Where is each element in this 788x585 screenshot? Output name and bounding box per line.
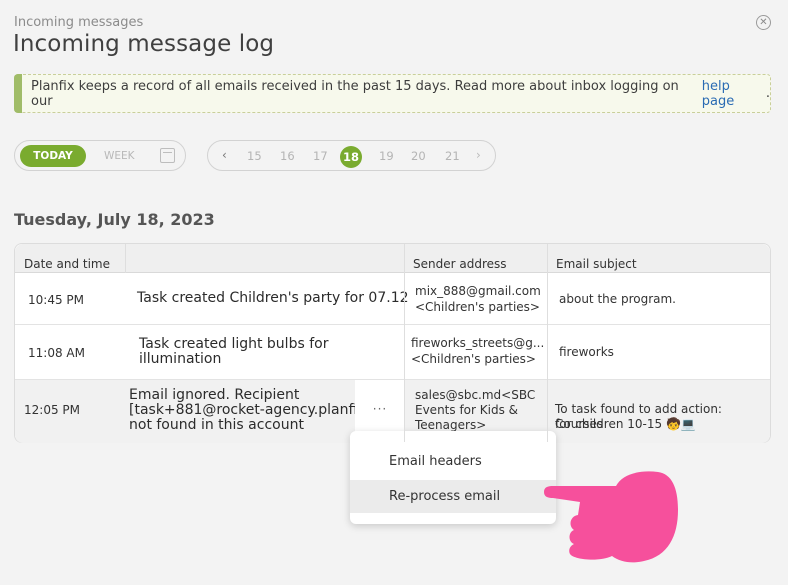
- close-icon[interactable]: ✕: [756, 15, 771, 30]
- row-subject: about the program.: [559, 292, 676, 306]
- row-event: Task created Children's party for 07.12: [137, 290, 409, 306]
- column-header-subject: Email subject: [556, 257, 637, 271]
- notice-end: .: [765, 86, 770, 101]
- day-navigator: ‹ 15 16 17 18 19 20 21 ›: [207, 140, 496, 171]
- row-event: Email ignored. Recipient: [129, 387, 300, 403]
- day-20[interactable]: 20: [411, 149, 426, 163]
- row-sender-name: <Children's parties>: [411, 352, 536, 366]
- row-sender-name: <Children's parties>: [415, 300, 540, 314]
- column-divider: [125, 244, 126, 273]
- info-notice: Planfix keeps a record of all emails rec…: [14, 74, 771, 113]
- table-row[interactable]: 10:45 PM Task created Children's party f…: [15, 273, 770, 325]
- row-subject-cont: for children 10-15 🧒💻: [555, 417, 696, 431]
- row-sender-name: Events for Kids &: [415, 403, 519, 417]
- breadcrumb[interactable]: Incoming messages: [14, 15, 143, 30]
- day-19[interactable]: 19: [379, 149, 394, 163]
- today-button[interactable]: TODAY: [20, 145, 86, 167]
- day-17[interactable]: 17: [313, 149, 328, 163]
- column-header-sender: Sender address: [413, 257, 507, 271]
- row-time: 10:45 PM: [28, 293, 84, 307]
- table-row[interactable]: 11:08 AM Task created light bulbs for il…: [15, 325, 770, 380]
- row-event-cont: not found in this account: [129, 417, 304, 433]
- row-event-cont: [task+881@rocket-agency.planfix.: [129, 402, 371, 418]
- table-header: Date and time Sender address Email subje…: [15, 244, 770, 273]
- pointing-hand-icon: [544, 471, 678, 563]
- row-sender: sales@sbc.md<SBC: [415, 388, 536, 402]
- row-sender: fireworks_streets@g...: [411, 336, 545, 350]
- range-toggle: TODAY WEEK: [14, 140, 186, 171]
- column-divider: [404, 244, 405, 442]
- column-divider: [547, 244, 548, 442]
- calendar-icon[interactable]: [160, 148, 175, 163]
- row-subject: fireworks: [559, 345, 614, 359]
- day-21[interactable]: 21: [445, 149, 460, 163]
- row-event: Task created light bulbs for: [139, 336, 329, 352]
- incoming-message-log-page: Incoming messages Incoming message log ✕…: [0, 0, 788, 585]
- row-time: 12:05 PM: [24, 403, 80, 417]
- help-page-link[interactable]: help page: [702, 79, 766, 109]
- more-actions-button[interactable]: ···: [355, 380, 405, 438]
- chevron-right-icon[interactable]: ›: [476, 148, 481, 162]
- reprocess-email-menu-item[interactable]: Re-process email: [350, 480, 556, 513]
- day-15[interactable]: 15: [247, 149, 262, 163]
- notice-text: Planfix keeps a record of all emails rec…: [31, 78, 679, 109]
- day-18-selected[interactable]: 18: [340, 146, 362, 168]
- message-log-table: Date and time Sender address Email subje…: [14, 243, 771, 443]
- email-headers-menu-item[interactable]: Email headers: [350, 445, 556, 478]
- page-title: Incoming message log: [13, 31, 275, 57]
- row-sender: mix_888@gmail.com: [415, 284, 541, 298]
- week-button[interactable]: WEEK: [104, 150, 135, 162]
- row-context-menu: Email headers Re-process email: [350, 431, 556, 524]
- day-16[interactable]: 16: [280, 149, 295, 163]
- chevron-left-icon[interactable]: ‹: [222, 148, 227, 162]
- column-header-date: Date and time: [24, 257, 110, 271]
- row-event-cont: illumination: [139, 351, 222, 367]
- row-time: 11:08 AM: [28, 346, 85, 360]
- date-heading: Tuesday, July 18, 2023: [14, 210, 215, 229]
